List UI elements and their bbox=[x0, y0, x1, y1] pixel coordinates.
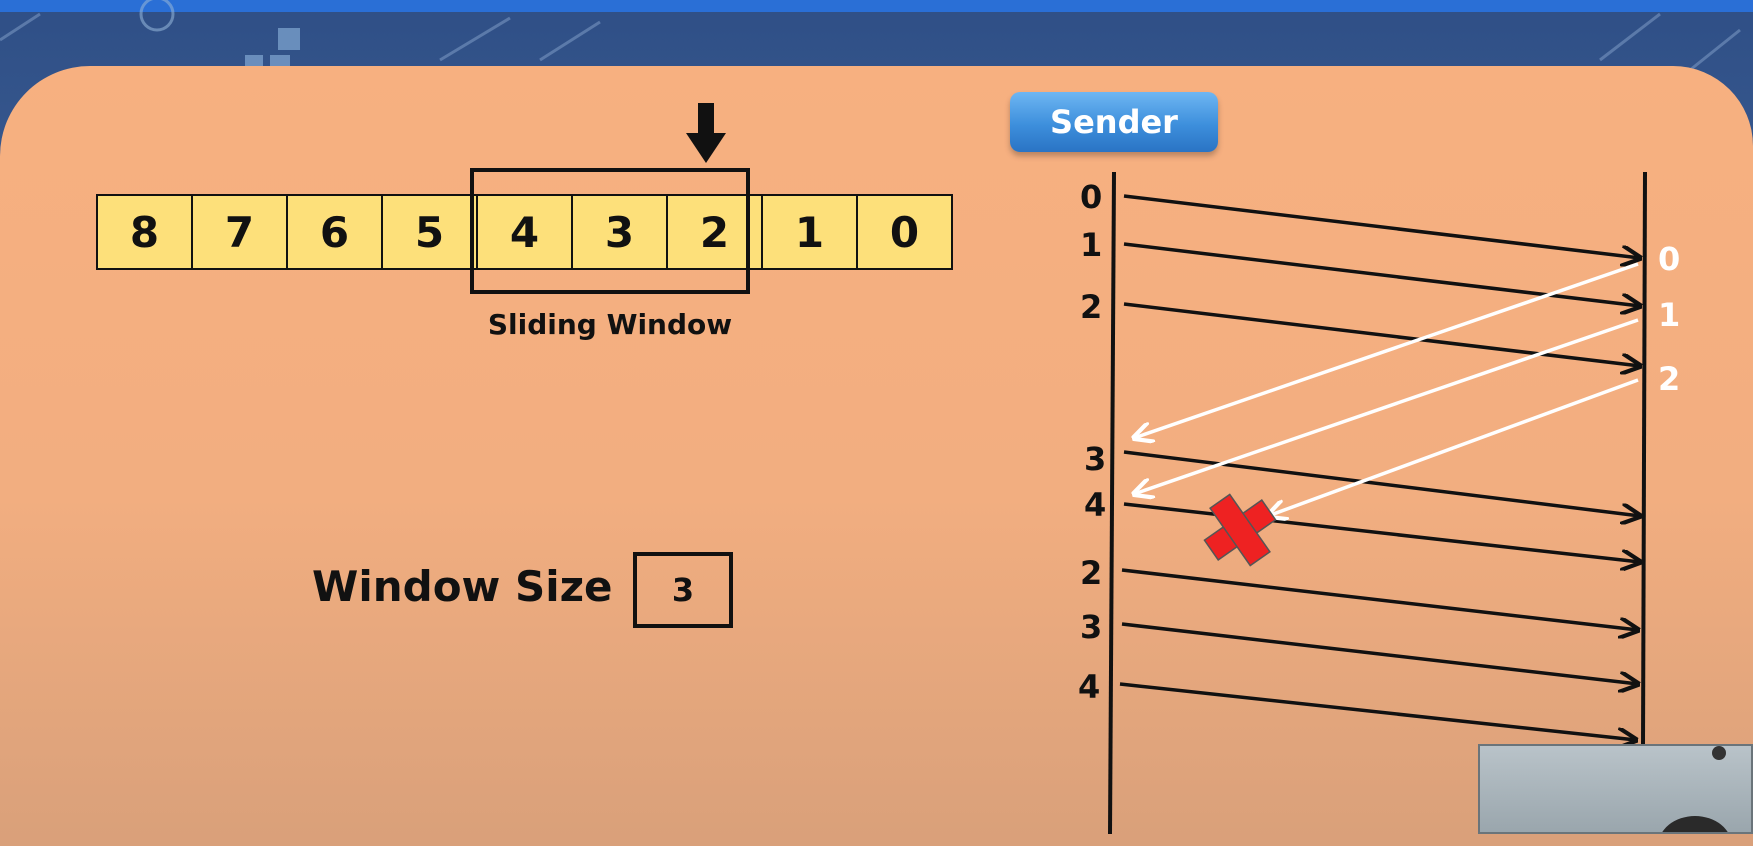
presenter-avatar bbox=[1658, 816, 1732, 832]
sent-frame-label: 3 bbox=[1080, 608, 1102, 646]
sequence-diagram: 0 1 2 3 4 2 3 4 0 1 2 bbox=[1078, 171, 1680, 834]
frame-arrow bbox=[1119, 682, 1636, 740]
sent-frame-label: 4 bbox=[1084, 486, 1106, 524]
sent-frame-label: 2 bbox=[1080, 288, 1102, 326]
ack-arrow bbox=[1134, 262, 1639, 438]
frame-arrow bbox=[1123, 450, 1640, 516]
ack-arrow bbox=[1268, 378, 1639, 516]
lost-frame-cross-icon bbox=[1203, 493, 1277, 567]
frame-arrow bbox=[1121, 568, 1638, 630]
camera-dot-icon bbox=[1712, 746, 1726, 760]
frame-arrow bbox=[1123, 242, 1640, 306]
frame-arrow bbox=[1121, 622, 1638, 684]
sent-frame-label: 4 bbox=[1078, 668, 1100, 706]
sender-timeline bbox=[1108, 171, 1116, 834]
ack-label: 0 bbox=[1658, 240, 1680, 278]
receiver-timeline bbox=[1641, 171, 1647, 747]
frame-arrow bbox=[1123, 302, 1640, 366]
frame-arrow bbox=[1123, 194, 1640, 258]
sent-frame-label: 3 bbox=[1084, 440, 1106, 478]
sent-frame-label: 0 bbox=[1080, 178, 1102, 216]
frame-arrow bbox=[1123, 502, 1640, 562]
webcam-overlay bbox=[1478, 744, 1753, 834]
ack-label: 2 bbox=[1658, 360, 1680, 398]
sent-frame-label: 1 bbox=[1080, 226, 1102, 264]
sent-frame-label: 2 bbox=[1080, 554, 1102, 592]
ack-label: 1 bbox=[1658, 296, 1680, 334]
